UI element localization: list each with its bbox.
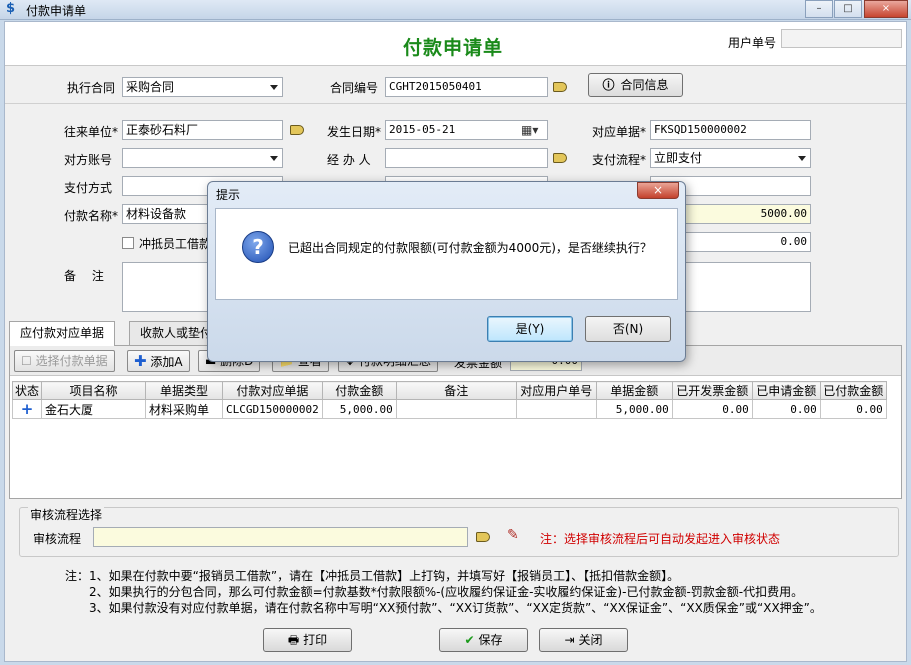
note-2: 2、如果执行的分包合同，那么可付款金额=付款基数*付款限额%-(应收履约保证金-… — [89, 585, 804, 599]
add-label: 添加A — [150, 355, 183, 369]
col-user-no[interactable]: 对应用户单号 — [515, 381, 597, 400]
cell-pay-amount: 5,000.00 — [321, 399, 397, 419]
offset-loan-label: 冲抵员工借款 — [139, 237, 212, 251]
pay-method-label: 支付方式 — [64, 181, 113, 195]
col-invoiced[interactable]: 已开发票金额 — [671, 381, 753, 400]
user-no-field[interactable] — [781, 29, 902, 48]
print-label: 打印 — [303, 633, 328, 647]
dialog-body: ? 已超出合同规定的付款限额(可付款金额为4000元)，是否继续执行？ — [215, 208, 678, 300]
checkmark-icon: ✔ — [464, 633, 475, 647]
cell-doc-no: CLCGD150000002 — [222, 399, 323, 419]
calendar-icon[interactable]: ▦▾ — [521, 123, 538, 137]
user-no-label: 用户单号 — [728, 36, 777, 50]
ref-doc-field[interactable]: FKSQD150000002 — [650, 120, 811, 140]
maximize-button[interactable]: □ — [834, 0, 862, 18]
ref-doc-label: 对应单据* — [592, 125, 647, 139]
cell-doc-amount: 5,000.00 — [595, 399, 673, 419]
edit-flow-icon[interactable]: ✎ — [507, 528, 523, 542]
close-label: 关闭 — [578, 633, 603, 647]
table-row[interactable]: + 金石大厦 材料采购单 CLCGD150000002 5,000.00 5,0… — [11, 399, 887, 419]
offset-loan-checkbox[interactable] — [122, 237, 134, 249]
window-title: 付款申请单 — [26, 4, 87, 18]
row-status-icon: + — [11, 399, 43, 419]
tab-payable-docs[interactable]: 应付款对应单据 — [9, 321, 116, 346]
cell-paid: 0.00 — [819, 399, 887, 419]
dialog-close-button[interactable]: × — [637, 182, 679, 199]
dialog-title: 提示 — [216, 188, 241, 202]
handler-field[interactable] — [385, 148, 548, 168]
contract-no-field[interactable]: CGHT2015050401 — [385, 77, 548, 97]
col-project[interactable]: 项目名称 — [41, 381, 147, 400]
contract-info-button[interactable]: ⓘ 合同信息 — [588, 73, 683, 97]
col-doc-no[interactable]: 付款对应单据 — [222, 381, 323, 400]
contract-no-label: 合同编号 — [330, 81, 379, 95]
cell-remark — [395, 399, 517, 419]
page-title: 付款申请单 — [403, 37, 504, 59]
contract-picker-icon[interactable] — [553, 80, 569, 94]
add-button[interactable]: ✚ 添加A — [127, 350, 190, 372]
pay-flow-select[interactable]: 立即支付 — [650, 148, 811, 168]
handler-label: 经 办 人 — [327, 153, 371, 167]
col-doc-amount[interactable]: 单据金额 — [595, 381, 673, 400]
contract-info-label: 合同信息 — [620, 78, 669, 92]
contract-row: 执行合同 采购合同 合同编号 CGHT2015050401 ⓘ 合同信息 — [5, 67, 906, 104]
close-button[interactable]: ⇥ 关闭 — [539, 628, 628, 652]
dialog-message: 已超出合同规定的付款限额(可付款金额为4000元)，是否继续执行？ — [288, 241, 652, 255]
account-select[interactable] — [122, 148, 283, 168]
app-logo-icon: $ — [6, 1, 16, 16]
payable-docs-table: 状态 项目名称 单据类型 付款对应单据 付款金额 备注 对应用户单号 单据金额 … — [11, 381, 887, 419]
select-doc-label: 选择付款单据 — [35, 354, 108, 368]
audit-section: 审核流程选择 审核流程 ✎ 注：选择审核流程后可自动发起进入审核状态 — [19, 506, 899, 557]
payable-docs-panel: ☐ 选择付款单据 ✚ 添加A ▬ 删除D 📁 查看 ✥ 付款明细汇总 发票金额 … — [9, 345, 902, 499]
col-applied[interactable]: 已申请金额 — [751, 381, 821, 400]
cell-invoiced: 0.00 — [671, 399, 753, 419]
audit-picker-icon[interactable] — [476, 530, 492, 544]
pay-name-label: 付款名称* — [64, 209, 119, 223]
select-doc-button[interactable]: ☐ 选择付款单据 — [14, 350, 115, 372]
window-titlebar: $ 付款申请单 – □ × — [0, 0, 911, 20]
partner-label: 往来单位* — [64, 125, 119, 139]
remark-label: 备 注 — [64, 269, 104, 283]
question-icon: ? — [242, 231, 274, 263]
info-icon: ⓘ — [602, 78, 615, 92]
partner-field[interactable]: 正泰砂石料厂 — [122, 120, 283, 140]
audit-flow-field[interactable] — [93, 527, 468, 547]
note-3: 3、如果付款没有对应付款单据，请在付款名称中写明“XX预付款”、“XX订货款”、… — [89, 601, 822, 615]
audit-flow-label: 审核流程 — [33, 532, 82, 546]
save-button[interactable]: ✔ 保存 — [439, 628, 528, 652]
form-header: 付款申请单 用户单号 — [5, 22, 906, 66]
col-pay-amount[interactable]: 付款金额 — [321, 381, 397, 400]
partner-picker-icon[interactable] — [290, 123, 306, 137]
col-doc-type[interactable]: 单据类型 — [145, 381, 224, 400]
select-doc-icon: ☐ — [21, 354, 32, 368]
date-label: 发生日期* — [327, 125, 382, 139]
yes-button[interactable]: 是(Y) — [487, 316, 573, 342]
audit-hint: 注：选择审核流程后可自动发起进入审核状态 — [540, 532, 781, 546]
save-label: 保存 — [478, 633, 503, 647]
print-button[interactable]: 🖶 打印 — [263, 628, 352, 652]
cell-project: 金石大厦 — [41, 399, 147, 419]
col-remark[interactable]: 备注 — [395, 381, 517, 400]
handler-picker-icon[interactable] — [553, 151, 569, 165]
confirm-dialog: 提示 × ? 已超出合同规定的付款限额(可付款金额为4000元)，是否继续执行？… — [207, 181, 686, 362]
exit-door-icon: ⇥ — [564, 633, 575, 647]
exec-contract-select[interactable]: 采购合同 — [122, 77, 283, 97]
cell-doc-type: 材料采购单 — [145, 399, 224, 419]
cell-applied: 0.00 — [751, 399, 821, 419]
table-header-row: 状态 项目名称 单据类型 付款对应单据 付款金额 备注 对应用户单号 单据金额 … — [11, 381, 887, 400]
exec-contract-label: 执行合同 — [67, 81, 116, 95]
note-1: 注：1、如果在付款中要“报销员工借款”，请在【冲抵员工借款】上打钩，并填写好【报… — [65, 569, 680, 583]
pay-flow-label: 支付流程* — [592, 153, 647, 167]
notes: 注：1、如果在付款中要“报销员工借款”，请在【冲抵员工借款】上打钩，并填写好【报… — [65, 568, 822, 616]
account-label: 对方账号 — [64, 153, 113, 167]
minimize-button[interactable]: – — [805, 0, 833, 18]
cell-user-no — [515, 399, 597, 419]
col-paid[interactable]: 已付款金额 — [819, 381, 887, 400]
no-button[interactable]: 否(N) — [585, 316, 671, 342]
audit-section-title: 审核流程选择 — [28, 506, 105, 523]
window-close-button[interactable]: × — [864, 0, 908, 18]
add-icon: ✚ — [134, 352, 147, 370]
col-status[interactable]: 状态 — [11, 381, 43, 400]
printer-icon: 🖶 — [287, 633, 300, 647]
